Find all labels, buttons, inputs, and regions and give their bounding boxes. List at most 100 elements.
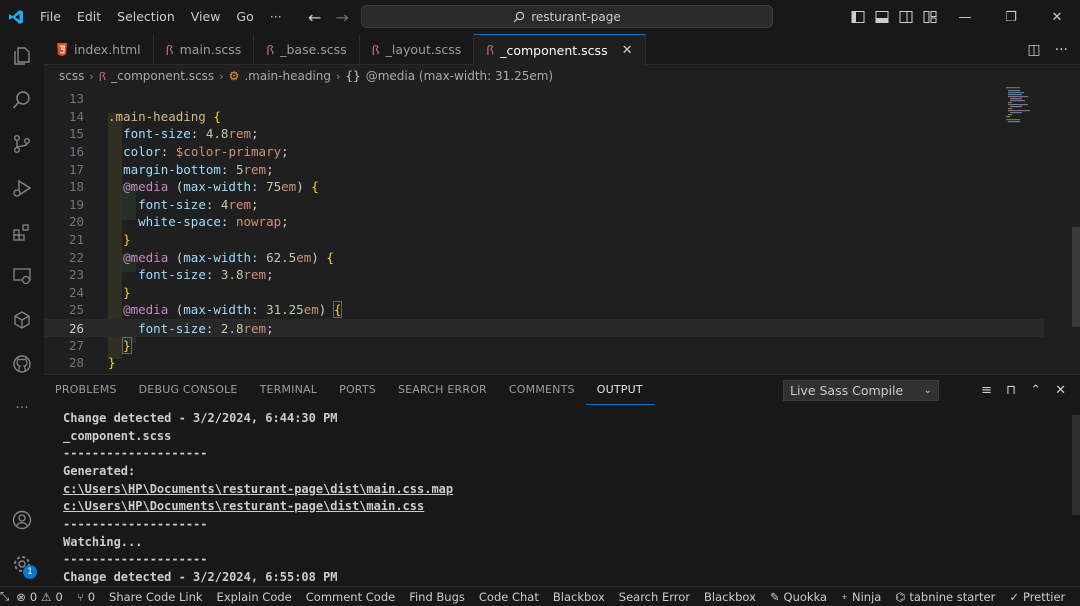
- close-panel-icon[interactable]: ✕: [1055, 383, 1066, 398]
- code-line: 15 font-size: 4.8rem;: [44, 125, 1044, 143]
- line-number: 16: [68, 144, 84, 159]
- tab-output[interactable]: OUTPUT: [585, 375, 654, 405]
- tab-label: _component.scss: [500, 42, 608, 58]
- close-window-icon[interactable]: ✕: [1034, 0, 1080, 34]
- code-line: 17 margin-bottom: 5rem;: [44, 161, 1044, 179]
- filter-list-icon[interactable]: ≡: [981, 383, 992, 398]
- status-comment-code[interactable]: Comment Code: [299, 587, 402, 606]
- forward-arrow-icon[interactable]: →: [335, 8, 348, 27]
- manage-gear-icon[interactable]: 1: [0, 542, 44, 586]
- code-line: 24 }: [44, 284, 1044, 302]
- menu-selection[interactable]: Selection: [109, 0, 183, 34]
- containers-icon[interactable]: [0, 298, 44, 342]
- line-number: 20: [68, 214, 84, 229]
- output-link[interactable]: c:\Users\HP\Documents\resturant-page\dis…: [63, 498, 424, 516]
- output-line: Change detected - 3/2/2024, 6:44:30 PM: [63, 411, 338, 425]
- bottom-panel: PROBLEMS DEBUG CONSOLE TERMINAL PORTS SE…: [44, 374, 1080, 586]
- menu-more[interactable]: ···: [262, 0, 290, 34]
- ninja-label: Ninja: [851, 589, 882, 604]
- status-prettier[interactable]: ✓ Prettier: [1002, 587, 1072, 606]
- run-debug-icon[interactable]: [0, 166, 44, 210]
- tab-problems[interactable]: PROBLEMS: [44, 375, 128, 405]
- github-icon[interactable]: [0, 342, 44, 386]
- line-number: 25: [68, 302, 84, 317]
- minimize-icon[interactable]: —: [942, 0, 988, 34]
- maximize-icon[interactable]: ❐: [988, 0, 1034, 34]
- explorer-icon[interactable]: [0, 34, 44, 78]
- tab-terminal[interactable]: TERMINAL: [249, 375, 329, 405]
- output-link[interactable]: c:\Users\HP\Documents\resturant-page\dis…: [63, 481, 453, 499]
- output-line: _component.scss: [63, 429, 172, 443]
- output-channel-select[interactable]: Live Sass Compile ⌄: [783, 380, 939, 401]
- problems-status[interactable]: ⊗ 0 ⚠ 0: [9, 587, 70, 606]
- code-line: 25 @media (max-width: 31.25em) {: [44, 301, 1044, 319]
- menu-go[interactable]: Go: [228, 0, 261, 34]
- status-share-code-link[interactable]: Share Code Link: [102, 587, 210, 606]
- search-sidebar-icon[interactable]: [0, 78, 44, 122]
- output-line: Watching...: [63, 535, 143, 549]
- breadcrumb-media[interactable]: @media (max-width: 31.25em): [366, 69, 553, 83]
- tab-base-scss[interactable]: ꟗ _base.scss: [254, 34, 360, 65]
- more-views-icon[interactable]: ···: [0, 386, 44, 430]
- status-blackbox-right[interactable]: Blackbox: [697, 587, 763, 606]
- code-line: 19 font-size: 4rem;: [44, 196, 1044, 214]
- tab-label: _base.scss: [280, 42, 347, 57]
- status-quokka[interactable]: ✎ Quokka: [763, 587, 834, 606]
- status-find-bugs[interactable]: Find Bugs: [402, 587, 472, 606]
- status-search-error[interactable]: Search Error: [612, 587, 697, 606]
- toggle-secondary-sidebar-icon[interactable]: [894, 0, 918, 34]
- menu-view[interactable]: View: [183, 0, 229, 34]
- ninja-icon: ⍖: [841, 589, 848, 603]
- menu-file[interactable]: File: [32, 0, 69, 34]
- toggle-primary-sidebar-icon[interactable]: [846, 0, 870, 34]
- breadcrumb-selector[interactable]: .main-heading: [244, 69, 331, 83]
- line-number: 26: [68, 321, 84, 336]
- ports-status[interactable]: ⑂ 0: [70, 587, 102, 606]
- more-actions-icon[interactable]: ···: [1055, 42, 1068, 58]
- tab-comments[interactable]: COMMENTS: [498, 375, 586, 405]
- status-code-chat[interactable]: Code Chat: [472, 587, 546, 606]
- line-number: 13: [68, 91, 84, 106]
- minimap[interactable]: [1004, 87, 1044, 132]
- breadcrumb-file[interactable]: _component.scss: [111, 69, 214, 83]
- extensions-icon[interactable]: [0, 210, 44, 254]
- code-editor[interactable]: 13 14 .main-heading { 15 font-size: 4.8re…: [44, 87, 1080, 374]
- panel-scrollbar[interactable]: [1072, 415, 1080, 515]
- tab-main-scss[interactable]: ꟗ main.scss: [154, 34, 255, 65]
- line-number: 17: [68, 162, 84, 177]
- chevron-up-icon[interactable]: ⌃: [1030, 383, 1041, 398]
- tab-layout-scss[interactable]: ꟗ _layout.scss: [360, 34, 475, 65]
- symbol-class-icon: ⚙: [228, 69, 240, 83]
- tab-label: _layout.scss: [385, 42, 462, 57]
- tab-component-scss[interactable]: ꟗ _component.scss ✕: [474, 34, 646, 65]
- status-tabnine[interactable]: ⌬ tabnine starter: [888, 587, 1002, 606]
- source-control-icon[interactable]: [0, 122, 44, 166]
- remote-indicator-icon[interactable]: ⤡: [0, 587, 9, 606]
- remote-explorer-icon[interactable]: [0, 254, 44, 298]
- tab-ports[interactable]: PORTS: [328, 375, 387, 405]
- close-tab-icon[interactable]: ✕: [622, 43, 633, 58]
- editor-scrollbar[interactable]: [1072, 227, 1080, 327]
- line-number: 23: [68, 267, 84, 282]
- breadcrumb-folder[interactable]: scss: [59, 69, 84, 83]
- back-arrow-icon[interactable]: ←: [308, 8, 321, 27]
- code-line: 23 font-size: 3.8rem;: [44, 266, 1044, 284]
- notifications-bell-icon[interactable]: 🔔︎: [1072, 587, 1080, 606]
- toggle-panel-icon[interactable]: [870, 0, 894, 34]
- status-blackbox[interactable]: Blackbox: [546, 587, 612, 606]
- tab-index-html[interactable]: index.html: [44, 34, 154, 65]
- code-line: 27 }: [44, 337, 1044, 355]
- scss-file-icon: ꟗ: [266, 43, 275, 59]
- scss-file-icon: ꟗ: [165, 43, 174, 59]
- tabnine-label: tabnine starter: [909, 589, 996, 604]
- accounts-icon[interactable]: [0, 498, 44, 542]
- status-explain-code[interactable]: Explain Code: [210, 587, 299, 606]
- tab-debug-console[interactable]: DEBUG CONSOLE: [128, 375, 249, 405]
- customize-layout-icon[interactable]: [918, 0, 942, 34]
- lock-icon[interactable]: ⊓: [1006, 383, 1016, 398]
- split-editor-icon[interactable]: ◫: [1027, 42, 1040, 58]
- menu-edit[interactable]: Edit: [69, 0, 109, 34]
- command-center-search[interactable]: resturant-page: [361, 5, 773, 28]
- status-ninja[interactable]: ⍖ Ninja: [834, 587, 888, 606]
- tab-search-error[interactable]: SEARCH ERROR: [387, 375, 498, 405]
